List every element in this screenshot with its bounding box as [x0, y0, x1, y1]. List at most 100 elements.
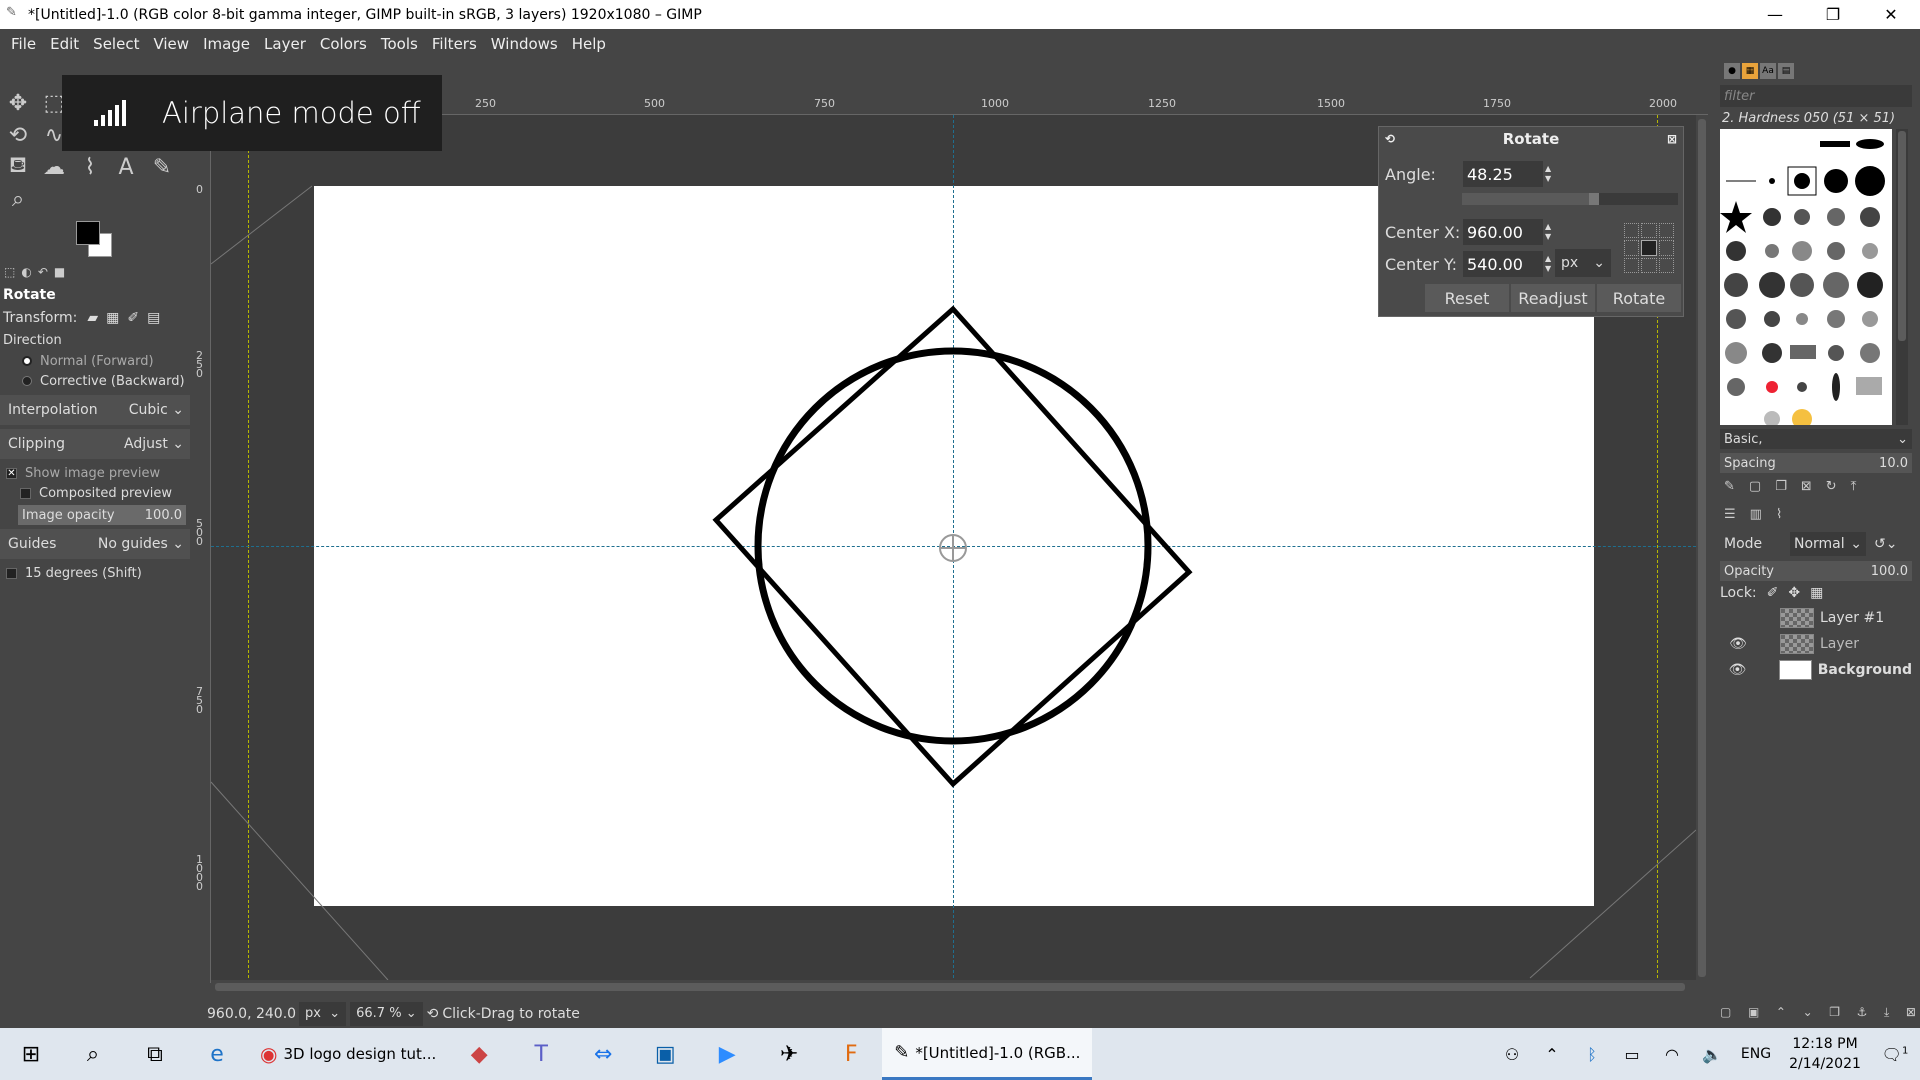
brush-preset[interactable]	[1794, 209, 1810, 225]
duplicate-layer-icon[interactable]: ❐	[1829, 1005, 1840, 1020]
brush-preset[interactable]	[1766, 381, 1778, 393]
fonts-tab-icon[interactable]: Aa	[1760, 63, 1776, 79]
brush-scrollbar[interactable]	[1896, 129, 1908, 425]
clock[interactable]: 12:18 PM 2/14/2021	[1780, 1034, 1870, 1074]
unit-selector[interactable]: px ⌄	[299, 1001, 347, 1026]
document-history-tab-icon[interactable]: ▤	[1778, 63, 1794, 79]
brush-preset[interactable]	[1860, 207, 1880, 227]
brush-preset[interactable]	[1856, 377, 1882, 395]
wifi-icon[interactable]: ◠	[1652, 1045, 1692, 1064]
brush-preset[interactable]	[1726, 309, 1746, 329]
notifications-icon[interactable]: 🗨1	[1870, 1045, 1920, 1064]
angle-input[interactable]: 48.25	[1463, 161, 1543, 187]
brush-preset[interactable]	[1727, 378, 1745, 396]
brush-preset[interactable]	[1790, 273, 1814, 297]
volume-icon[interactable]: 🔈	[1692, 1045, 1732, 1064]
chrome-taskbar-button[interactable]: ◉ 3D logo design tut...	[248, 1028, 448, 1080]
anchor-layer-icon[interactable]: ⚓	[1857, 1005, 1868, 1020]
teams-icon[interactable]: T	[510, 1028, 572, 1080]
git-app-icon[interactable]: ◆	[448, 1028, 510, 1080]
show-hidden-icons-icon[interactable]: ⌃	[1532, 1045, 1572, 1064]
brush-preset[interactable]	[1792, 241, 1812, 261]
brush-preset[interactable]	[1832, 373, 1840, 401]
brush-preset[interactable]	[1762, 343, 1782, 363]
layer-opacity-slider[interactable]: Opacity 100.0	[1720, 561, 1912, 581]
delete-brush-icon[interactable]: ⊠	[1801, 479, 1812, 494]
brush-preset[interactable]	[1860, 343, 1880, 363]
lock-position-icon[interactable]: ✥	[1788, 585, 1800, 601]
channels-tab-icon[interactable]: ▥	[1750, 507, 1762, 522]
center-x-spinner[interactable]: ▲ ▼	[1545, 222, 1555, 242]
brush-preset[interactable]	[1769, 178, 1775, 184]
brush-preset[interactable]	[1820, 141, 1850, 147]
brush-preset[interactable]	[1759, 272, 1785, 298]
brush-preset[interactable]	[1862, 243, 1878, 259]
paths-tab-icon[interactable]: ⌇	[1776, 507, 1782, 522]
search-icon[interactable]: ⌕	[62, 1028, 124, 1080]
layer-row[interactable]: 👁 Layer	[1720, 631, 1912, 657]
pivot-selector[interactable]	[1624, 223, 1674, 273]
spacing-slider[interactable]: Spacing 10.0	[1720, 453, 1912, 473]
mode-combo[interactable]: Normal ⌄	[1790, 532, 1866, 556]
center-y-input[interactable]: 540.00	[1463, 251, 1543, 277]
lock-alpha-icon[interactable]: ▦	[1810, 585, 1823, 601]
brush-grid[interactable]	[1720, 129, 1892, 429]
brush-preset[interactable]	[1828, 345, 1844, 361]
edit-brush-icon[interactable]: ✎	[1724, 479, 1735, 494]
zoom-app-icon[interactable]: ▶	[696, 1028, 758, 1080]
new-brush-icon[interactable]: ▢	[1749, 479, 1761, 494]
brush-preset[interactable]	[1856, 139, 1884, 149]
new-layer-icon[interactable]: ▢	[1720, 1005, 1731, 1020]
brush-preset[interactable]	[1794, 173, 1810, 189]
brush-preset[interactable]	[1726, 241, 1746, 261]
teamviewer-icon[interactable]: ⇔	[572, 1028, 634, 1080]
zoom-selector[interactable]: 66.7 % ⌄	[350, 1001, 423, 1026]
brush-preset[interactable]	[1862, 311, 1878, 327]
dialog-close-icon[interactable]: ⊠	[1667, 132, 1677, 146]
brush-preset[interactable]	[1823, 272, 1849, 298]
windows-start-icon[interactable]: ⊞	[0, 1028, 62, 1080]
brush-preset[interactable]	[1827, 310, 1845, 328]
brush-preset[interactable]	[1792, 409, 1812, 429]
language-indicator[interactable]: ENG	[1732, 1046, 1780, 1062]
brush-preset[interactable]	[1857, 272, 1883, 298]
brush-preset[interactable]	[1765, 244, 1779, 258]
task-view-icon[interactable]: ⧉	[124, 1028, 186, 1080]
layer-row[interactable]: Layer #1	[1720, 605, 1912, 631]
app-icon[interactable]: ▣	[634, 1028, 696, 1080]
brush-preset[interactable]	[1725, 342, 1747, 364]
open-brush-icon[interactable]: ⤒	[1851, 479, 1857, 494]
gimp-taskbar-button[interactable]: ✎ *[Untitled]-1.0 (RGB...	[882, 1028, 1093, 1080]
brush-preset[interactable]	[1797, 382, 1807, 392]
bluetooth-icon[interactable]: ᛒ	[1572, 1045, 1612, 1064]
brush-preset[interactable]	[1796, 313, 1808, 325]
horizontal-scrollbar[interactable]	[211, 980, 1691, 994]
battery-icon[interactable]: ▭	[1612, 1045, 1652, 1064]
layer-row[interactable]: 👁 Background	[1720, 657, 1912, 683]
brush-tag-combo[interactable]: Basic, ⌄	[1720, 429, 1912, 449]
angle-slider-knob[interactable]	[1588, 193, 1599, 205]
brush-preset[interactable]	[1827, 208, 1845, 226]
rotate-button[interactable]: Rotate	[1597, 284, 1681, 312]
brushes-tab-icon[interactable]: ●	[1724, 63, 1740, 79]
brush-preset[interactable]	[1724, 273, 1748, 297]
reset-button[interactable]: Reset	[1425, 284, 1509, 312]
brush-preset[interactable]	[1763, 208, 1781, 226]
center-x-input[interactable]: 960.00	[1463, 219, 1543, 245]
eye-icon[interactable]: 👁	[1720, 636, 1756, 652]
switch-mode-icon[interactable]: ↺⌄	[1874, 536, 1897, 552]
merge-layer-icon[interactable]: ⤓	[1884, 1005, 1889, 1020]
layers-tab-icon[interactable]: ☰	[1724, 507, 1736, 522]
lower-layer-icon[interactable]: ⌄	[1803, 1005, 1813, 1020]
inkscape-icon[interactable]: ✈	[758, 1028, 820, 1080]
people-icon[interactable]: ⚇	[1492, 1045, 1532, 1064]
fusion-app-icon[interactable]: F	[820, 1028, 882, 1080]
edge-browser-icon[interactable]: e	[186, 1028, 248, 1080]
brush-preset[interactable]	[1824, 169, 1848, 193]
brush-preset[interactable]	[1827, 242, 1845, 260]
new-layer-group-icon[interactable]: ▣	[1748, 1005, 1759, 1020]
brush-preset[interactable]	[1855, 166, 1885, 196]
star-brush-preset[interactable]	[1720, 201, 1752, 233]
delete-layer-icon[interactable]: ⊠	[1906, 1005, 1916, 1020]
unit-combo[interactable]: px ⌄	[1555, 249, 1611, 277]
